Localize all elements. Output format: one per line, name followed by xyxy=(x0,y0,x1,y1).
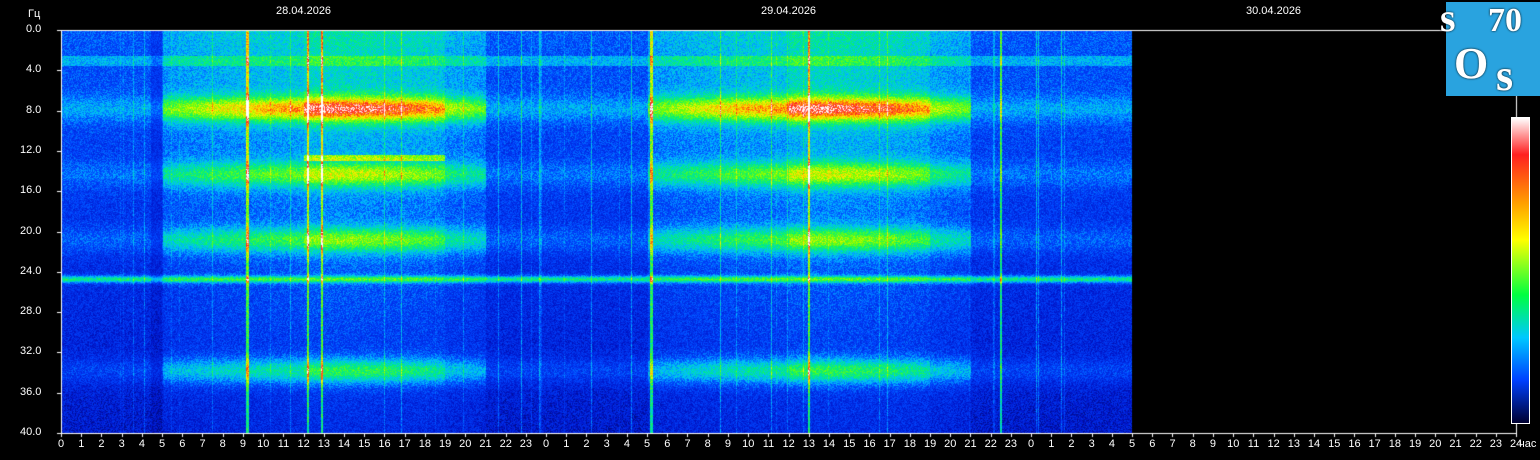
x-tick-label: 5 xyxy=(644,438,651,450)
x-tick-label: 11 xyxy=(277,438,290,450)
x-tick-label: 15 xyxy=(358,438,371,450)
logo-letter-s1: s xyxy=(1440,0,1456,40)
logo-letter-o: O xyxy=(1454,39,1489,88)
x-tick-label: 19 xyxy=(923,438,937,450)
x-tick-label: 11 xyxy=(762,438,775,450)
x-tick-label: 3 xyxy=(603,438,610,450)
x-tick-label: 9 xyxy=(724,438,731,450)
x-tick-label: 8 xyxy=(704,438,711,450)
x-tick-label: 14 xyxy=(1307,438,1321,450)
x-tick-label: 13 xyxy=(802,438,815,450)
y-tick-label: 0.0 xyxy=(26,23,42,35)
x-tick-label: 1 xyxy=(78,438,85,450)
spectrogram-plot xyxy=(0,0,1540,460)
color-scale-bar xyxy=(1511,117,1530,424)
x-tick-label: 15 xyxy=(1328,438,1341,450)
x-tick-label: 12 xyxy=(782,438,795,450)
x-tick-label: 21 xyxy=(479,438,492,450)
logo-letter-s2: s xyxy=(1496,51,1514,100)
y-tick-label: 28.0 xyxy=(20,305,42,318)
x-tick-label: 20 xyxy=(1429,438,1442,450)
x-tick-label: 2 xyxy=(98,438,105,450)
y-tick-label: 8.0 xyxy=(26,103,42,116)
x-tick-label: 7 xyxy=(1169,438,1176,450)
x-tick-label: 18 xyxy=(418,438,431,450)
x-tick-label: 1 xyxy=(563,438,570,450)
x-tick-label: 17 xyxy=(1368,438,1381,450)
x-tick-label: 0 xyxy=(543,438,550,450)
x-tick-label: 5 xyxy=(159,438,166,450)
x-tick-label: 9 xyxy=(1209,438,1216,450)
y-tick-label: 24.0 xyxy=(20,264,42,277)
y-tick-label: 12.0 xyxy=(20,143,42,156)
x-tick-label: 23 xyxy=(1004,438,1018,450)
y-tick-label: 36.0 xyxy=(20,385,42,398)
x-tick-label: 18 xyxy=(1388,438,1401,450)
x-tick-label: 22 xyxy=(1469,438,1482,450)
x-tick-label: 10 xyxy=(257,438,270,450)
date-label: 29.04.2026 xyxy=(761,5,817,17)
x-tick-label: 23 xyxy=(519,438,533,450)
y-tick-label: 20.0 xyxy=(20,224,42,237)
x-tick-label: 11 xyxy=(1247,438,1260,450)
x-tick-label: 15 xyxy=(843,438,856,450)
y-tick-label: 16.0 xyxy=(20,184,42,197)
x-tick-label: 21 xyxy=(1449,438,1462,450)
x-tick-label: 13 xyxy=(1287,438,1300,450)
date-label: 28.04.2026 xyxy=(276,5,332,17)
x-tick-label: 6 xyxy=(1149,438,1156,450)
x-tick-label: 18 xyxy=(903,438,916,450)
x-tick-label: 6 xyxy=(664,438,671,450)
x-tick-label: 19 xyxy=(438,438,452,450)
x-tick-label: 7 xyxy=(684,438,691,450)
x-tick-label: 3 xyxy=(1088,438,1095,450)
x-tick-label: 2 xyxy=(1068,438,1075,450)
date-label: 30.04.2026 xyxy=(1246,5,1302,17)
x-tick-label: 3 xyxy=(118,438,125,450)
x-tick-label: 4 xyxy=(1108,438,1115,450)
x-tick-label: 10 xyxy=(742,438,755,450)
x-tick-label: 14 xyxy=(337,438,351,450)
x-tick-label: 22 xyxy=(984,438,997,450)
sos70-logo: s 70 O s xyxy=(1440,0,1540,102)
x-tick-label: 7 xyxy=(199,438,206,450)
x-tick-label: 9 xyxy=(239,438,246,450)
y-tick-label: 4.0 xyxy=(26,63,42,76)
x-tick-label: 16 xyxy=(378,438,391,450)
x-tick-label: 8 xyxy=(219,438,226,450)
x-tick-label: 8 xyxy=(1189,438,1196,450)
x-tick-label: 4 xyxy=(623,438,630,450)
x-tick-label: 6 xyxy=(179,438,186,450)
x-tick-label: 21 xyxy=(964,438,977,450)
logo-number: 70 xyxy=(1488,2,1522,39)
y-axis-title: Гц xyxy=(28,8,41,20)
x-tick-label: 5 xyxy=(1129,438,1136,450)
x-tick-label: 19 xyxy=(1408,438,1422,450)
x-tick-label: 1 xyxy=(1048,438,1055,450)
x-tick-label: 22 xyxy=(499,438,512,450)
x-tick-label: 23 xyxy=(1489,438,1503,450)
x-tick-label: 14 xyxy=(822,438,836,450)
x-tick-label: 13 xyxy=(317,438,330,450)
x-tick-label: 16 xyxy=(863,438,876,450)
y-tick-label: 40.0 xyxy=(20,426,42,438)
x-tick-label: 0 xyxy=(58,438,65,450)
x-tick-label: 4 xyxy=(138,438,145,450)
x-tick-label: 12 xyxy=(1267,438,1280,450)
x-tick-label: 17 xyxy=(883,438,896,450)
x-tick-label: 0 xyxy=(1028,438,1035,450)
x-tick-label: 16 xyxy=(1348,438,1361,450)
x-tick-label: 12 xyxy=(297,438,310,450)
x-tick-label: 17 xyxy=(398,438,411,450)
y-tick-label: 32.0 xyxy=(20,345,42,358)
x-tick-label: 10 xyxy=(1227,438,1240,450)
x-tick-label: 20 xyxy=(459,438,472,450)
x-tick-label: 2 xyxy=(583,438,590,450)
x-tick-label: 20 xyxy=(944,438,957,450)
x-axis-title: час xyxy=(1519,438,1537,450)
